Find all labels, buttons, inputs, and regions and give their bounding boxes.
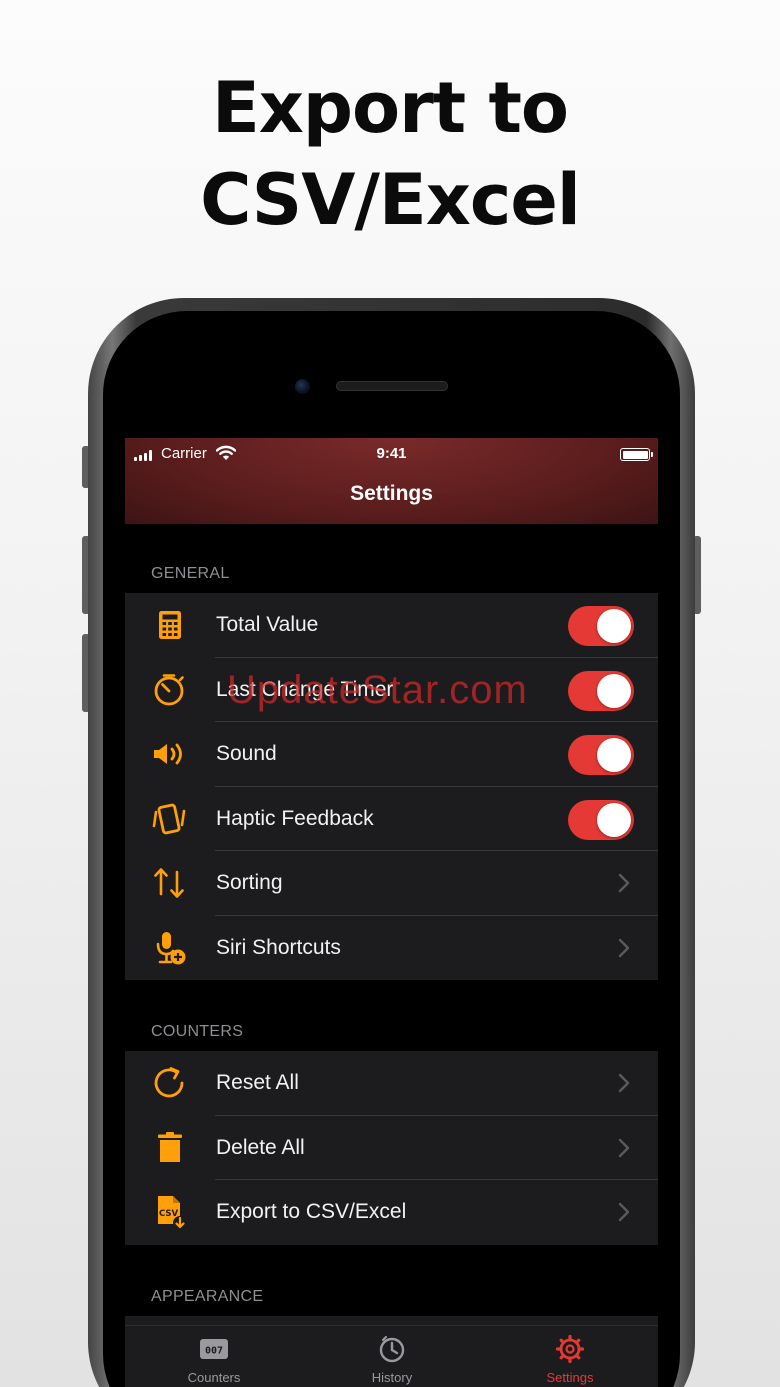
headline: Export to CSV/Excel	[0, 62, 780, 246]
gear-icon	[555, 1334, 585, 1364]
setting-label: Sorting	[216, 871, 283, 894]
chevron-right-icon	[618, 938, 630, 957]
sound-toggle[interactable]	[568, 735, 634, 775]
reset-icon	[154, 1067, 184, 1098]
tab-label: Counters	[187, 1370, 241, 1385]
trash-icon	[158, 1131, 182, 1162]
tab-bar: 007 Counters History Settings	[125, 1325, 658, 1387]
speaker-icon	[154, 743, 182, 765]
setting-label: Last Change Timer	[216, 677, 394, 701]
section-header-counters: COUNTERS	[151, 1023, 244, 1040]
stopwatch-icon	[154, 673, 184, 705]
setting-label: Sound	[216, 742, 277, 765]
chevron-right-icon	[618, 1073, 630, 1093]
sort-arrows-icon	[154, 868, 184, 898]
app-screen: Carrier 9:41 Settings GENERAL Total Valu…	[125, 438, 658, 1387]
earpiece-speaker	[336, 381, 448, 391]
battery-icon	[620, 448, 653, 461]
svg-text:CSV: CSV	[159, 1209, 179, 1219]
setting-row-last-change-timer[interactable]: Last Change Timer	[125, 658, 658, 722]
tab-history[interactable]: History	[303, 1326, 481, 1387]
setting-row-total-value[interactable]: Total Value	[125, 593, 658, 658]
chevron-right-icon	[618, 873, 630, 893]
section-header-appearance: APPEARANCE	[151, 1288, 264, 1305]
front-camera	[295, 379, 310, 394]
general-settings-group: Total Value Last Change Timer Sound Hapt…	[125, 593, 658, 980]
status-bar: Carrier 9:41	[125, 438, 658, 470]
setting-label: Export to CSV/Excel	[216, 1200, 407, 1223]
setting-label: Total Value	[216, 613, 319, 636]
tab-label: Settings	[546, 1370, 594, 1385]
counters-settings-group: Reset All Delete All CSV Export to CSV/E…	[125, 1051, 658, 1245]
setting-row-reset-all[interactable]: Reset All	[125, 1051, 658, 1116]
setting-label: Haptic Feedback	[216, 806, 374, 830]
page-title: Settings	[350, 482, 433, 505]
section-header-general: GENERAL	[151, 565, 230, 582]
last-change-timer-toggle[interactable]	[568, 670, 634, 711]
tab-label: History	[371, 1370, 413, 1385]
setting-row-sorting[interactable]: Sorting	[125, 851, 658, 916]
setting-label: Siri Shortcuts	[216, 935, 341, 959]
history-clock-icon	[379, 1335, 405, 1363]
tab-counters[interactable]: 007 Counters	[125, 1326, 303, 1387]
setting-row-siri-shortcuts[interactable]: Siri Shortcuts	[125, 916, 658, 981]
chevron-right-icon	[618, 1202, 630, 1222]
haptic-feedback-toggle[interactable]	[568, 799, 634, 840]
setting-label: Reset All	[216, 1071, 299, 1094]
siri-shortcut-icon	[156, 931, 186, 964]
status-time: 9:41	[376, 445, 407, 462]
setting-row-sound[interactable]: Sound	[125, 722, 658, 787]
calculator-icon	[159, 611, 181, 639]
headline-line-2: CSV/Excel	[200, 159, 581, 241]
tab-settings[interactable]: Settings	[481, 1326, 658, 1387]
setting-label: Delete All	[216, 1135, 305, 1159]
counter-digits-icon: 007	[200, 1339, 228, 1359]
headline-line-1: Export to	[211, 67, 569, 149]
setting-row-haptic-feedback[interactable]: Haptic Feedback	[125, 787, 658, 851]
navigation-bar: Carrier 9:41 Settings	[125, 438, 658, 524]
svg-text:007: 007	[205, 1346, 223, 1357]
csv-file-icon: CSV	[158, 1196, 187, 1230]
total-value-toggle[interactable]	[568, 606, 634, 646]
setting-row-delete-all[interactable]: Delete All	[125, 1116, 658, 1180]
chevron-right-icon	[618, 1138, 630, 1157]
vibration-icon	[152, 803, 186, 834]
setting-row-export-csv[interactable]: CSV Export to CSV/Excel	[125, 1180, 658, 1245]
